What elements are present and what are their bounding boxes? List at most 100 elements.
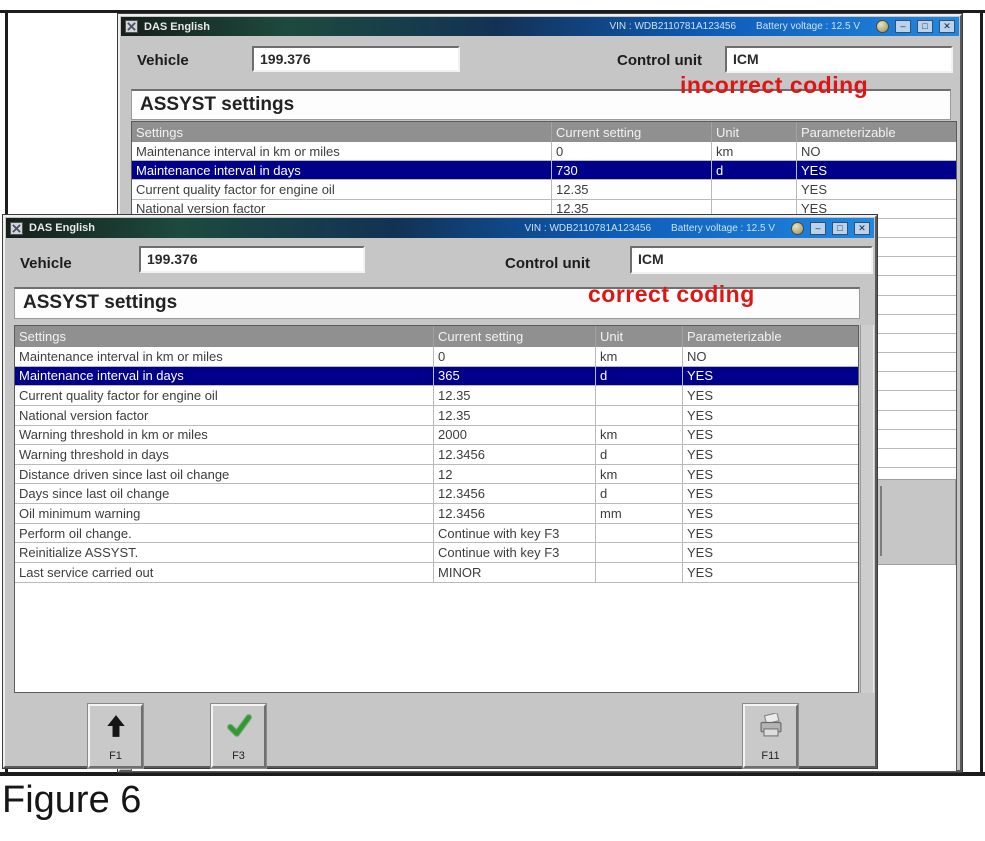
table-cell-unit <box>596 406 683 425</box>
table-row[interactable]: Current quality factor for engine oil12.… <box>132 180 956 199</box>
table-cell-param: YES <box>683 524 858 543</box>
table-row[interactable]: Warning threshold in km or miles2000kmYE… <box>15 426 858 446</box>
column-header-unit: Unit <box>596 326 683 347</box>
table-cell-setting: Current quality factor for engine oil <box>15 386 434 405</box>
table-cell-unit: d <box>596 484 683 503</box>
up-arrow-icon <box>103 713 129 744</box>
table-cell-setting: Last service carried out <box>15 563 434 582</box>
minimize-button[interactable]: – <box>895 20 911 33</box>
minimize-button[interactable]: – <box>810 222 826 235</box>
table-cell-param: YES <box>683 426 858 445</box>
close-button[interactable]: ✕ <box>854 222 870 235</box>
table-cell-setting: Warning threshold in days <box>15 445 434 464</box>
vehicle-label: Vehicle <box>20 255 72 272</box>
button-label: F11 <box>761 750 779 762</box>
table-cell-setting: Oil minimum warning <box>15 504 434 523</box>
column-header-settings: Settings <box>15 326 434 347</box>
table-cell-value: 12 <box>434 465 596 484</box>
maximize-button[interactable]: □ <box>832 222 848 235</box>
vehicle-field[interactable]: 199.376 <box>252 46 460 72</box>
app-icon <box>10 222 23 235</box>
table-cell-unit <box>596 524 683 543</box>
vehicle-label: Vehicle <box>137 52 189 69</box>
table-row[interactable]: Warning threshold in days12.3456dYES <box>15 445 858 465</box>
assyst-settings-table: Settings Current setting Unit Parameteri… <box>14 325 859 693</box>
table-row[interactable]: Perform oil change.Continue with key F3Y… <box>15 524 858 544</box>
f1-button[interactable]: F1 <box>88 704 143 768</box>
app-icon <box>125 20 138 33</box>
table-cell-setting: Maintenance interval in days <box>15 367 434 386</box>
column-header-settings: Settings <box>132 122 552 142</box>
table-header-row: Settings Current setting Unit Parameteri… <box>132 122 956 142</box>
control-unit-label: Control unit <box>505 255 590 272</box>
table-cell-param: YES <box>797 161 956 179</box>
table-row[interactable]: Current quality factor for engine oil12.… <box>15 386 858 406</box>
globe-icon <box>791 222 804 235</box>
table-cell-param: NO <box>797 142 956 160</box>
table-cell-unit: km <box>712 142 797 160</box>
table-cell-param: YES <box>683 445 858 464</box>
annotation-incorrect-coding: incorrect coding <box>680 72 868 99</box>
table-row[interactable]: Distance driven since last oil change12k… <box>15 465 858 485</box>
table-row[interactable]: National version factor12.35YES <box>15 406 858 426</box>
table-cell-setting: National version factor <box>15 406 434 425</box>
table-cell-value: 12.35 <box>434 406 596 425</box>
frame-line-bottom <box>0 772 985 776</box>
scrollbar-thumb[interactable] <box>872 479 956 565</box>
table-cell-value: 365 <box>434 367 596 386</box>
table-cell-value: 12.3456 <box>434 445 596 464</box>
table-cell-value: Continue with key F3 <box>434 543 596 562</box>
globe-icon <box>876 20 889 33</box>
table-cell-unit: d <box>712 161 797 179</box>
table-row[interactable]: Days since last oil change12.3456dYES <box>15 484 858 504</box>
table-cell-unit <box>712 180 797 198</box>
table-row[interactable]: Maintenance interval in km or miles0kmNO <box>15 347 858 367</box>
control-unit-field[interactable]: ICM <box>630 246 873 274</box>
f11-button[interactable]: F11 <box>743 704 798 768</box>
table-row[interactable]: Maintenance interval in days365dYES <box>15 367 858 387</box>
column-header-parameterizable: Parameterizable <box>797 122 956 142</box>
table-row[interactable]: Maintenance interval in km or miles0kmNO <box>132 142 956 161</box>
table-row[interactable]: Oil minimum warning12.3456mmYES <box>15 504 858 524</box>
table-cell-value: 730 <box>552 161 712 179</box>
check-icon <box>225 713 253 744</box>
printer-icon <box>757 713 785 744</box>
control-unit-field[interactable]: ICM <box>725 46 953 73</box>
table-cell-setting: Distance driven since last oil change <box>15 465 434 484</box>
f3-button[interactable]: F3 <box>211 704 266 768</box>
das-window-foreground: DAS English VIN : WDB2110781A123456 Batt… <box>3 215 877 768</box>
table-row[interactable]: Reinitialize ASSYST.Continue with key F3… <box>15 543 858 563</box>
title-bar: DAS English VIN : WDB2110781A123456 Batt… <box>121 17 959 36</box>
table-scrollbar[interactable] <box>860 325 874 693</box>
vin-readout: VIN : WDB2110781A123456 <box>524 223 651 234</box>
close-button[interactable]: ✕ <box>939 20 955 33</box>
table-row[interactable]: Last service carried outMINORYES <box>15 563 858 583</box>
column-header-current-setting: Current setting <box>434 326 596 347</box>
table-cell-value: 2000 <box>434 426 596 445</box>
table-cell-unit: km <box>596 426 683 445</box>
vin-readout: VIN : WDB2110781A123456 <box>609 21 736 32</box>
maximize-button[interactable]: □ <box>917 20 933 33</box>
table-cell-unit: d <box>596 445 683 464</box>
window-title: DAS English <box>144 21 210 33</box>
table-cell-setting: Maintenance interval in km or miles <box>15 347 434 366</box>
button-label: F1 <box>109 750 122 762</box>
table-cell-value: 12.35 <box>434 386 596 405</box>
title-bar: DAS English VIN : WDB2110781A123456 Batt… <box>6 218 874 238</box>
table-cell-param: YES <box>683 386 858 405</box>
figure-caption: Figure 6 <box>2 779 141 822</box>
table-row[interactable]: Maintenance interval in days730dYES <box>132 161 956 180</box>
table-cell-setting: Reinitialize ASSYST. <box>15 543 434 562</box>
table-cell-unit: d <box>596 367 683 386</box>
table-cell-param: NO <box>683 347 858 366</box>
column-header-parameterizable: Parameterizable <box>683 326 858 347</box>
battery-voltage-readout: Battery voltage : 12.5 V <box>756 21 860 32</box>
annotation-correct-coding: correct coding <box>588 281 755 308</box>
column-header-current-setting: Current setting <box>552 122 712 142</box>
vehicle-field[interactable]: 199.376 <box>139 246 365 273</box>
table-cell-param: YES <box>683 465 858 484</box>
table-cell-value: 0 <box>552 142 712 160</box>
window-title: DAS English <box>29 222 95 234</box>
table-header-row: Settings Current setting Unit Parameteri… <box>15 326 858 347</box>
table-cell-value: MINOR <box>434 563 596 582</box>
